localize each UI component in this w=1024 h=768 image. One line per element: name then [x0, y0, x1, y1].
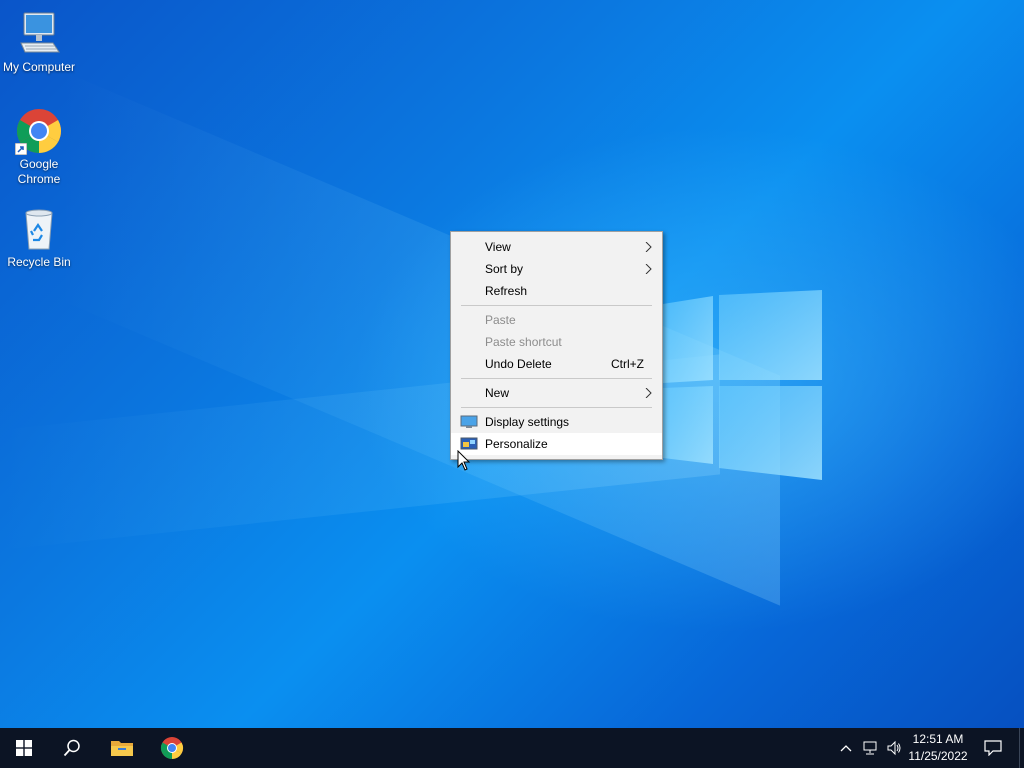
network-button[interactable]: [858, 728, 882, 768]
computer-icon: [15, 10, 63, 58]
wallpaper-windows-logo: [663, 290, 822, 480]
clock-time: 12:51 AM: [912, 732, 964, 746]
clock[interactable]: 12:51 AM 11/25/2022: [902, 731, 974, 765]
desktop-icon-label: Recycle Bin: [7, 255, 71, 269]
display-icon: [460, 415, 478, 428]
menu-separator: [461, 305, 652, 306]
desktop-icon-label: Google Chrome: [17, 157, 61, 186]
clock-date: 11/25/2022: [908, 749, 968, 763]
folder-icon: [111, 741, 133, 756]
windows-logo-icon: [16, 740, 32, 756]
menu-item-label: Display settings: [485, 415, 570, 429]
menu-item-label: Sort by: [485, 262, 524, 276]
network-icon: [863, 741, 877, 755]
recycle-bin-icon: [15, 205, 63, 253]
action-center-button[interactable]: [978, 728, 1008, 768]
file-explorer-button[interactable]: [98, 728, 146, 768]
menu-item-paste-shortcut: Paste shortcut: [451, 331, 662, 353]
start-button[interactable]: [0, 728, 48, 768]
show-hidden-icons-button[interactable]: [834, 728, 858, 768]
menu-item-paste: Paste: [451, 309, 662, 331]
menu-item-label: View: [485, 240, 511, 254]
desktop-icon-label: My Computer: [2, 60, 76, 74]
menu-item-label: Refresh: [485, 284, 528, 298]
menu-item-label: Paste: [485, 313, 516, 327]
desktop-icon-my-computer[interactable]: My Computer: [0, 10, 78, 75]
chrome-taskbar-button[interactable]: [148, 728, 196, 768]
show-desktop-button[interactable]: [1019, 728, 1024, 768]
mouse-cursor-icon: [457, 450, 471, 471]
chevron-right-icon: [645, 264, 652, 274]
menu-item-new[interactable]: New: [451, 382, 662, 404]
menu-separator: [461, 378, 652, 379]
personalize-icon: [460, 437, 478, 450]
taskbar: 12:51 AM 11/25/2022: [0, 728, 1024, 768]
menu-item-label: Paste shortcut: [485, 335, 562, 349]
menu-item-label: New: [485, 386, 510, 400]
menu-item-sort-by[interactable]: Sort by: [451, 258, 662, 280]
chevron-right-icon: [645, 388, 652, 398]
search-button[interactable]: [48, 728, 96, 768]
chevron-right-icon: [645, 242, 652, 252]
volume-icon: [887, 740, 901, 756]
desktop-context-menu: View Sort by Refresh Paste Paste shortcu…: [450, 231, 663, 460]
chrome-icon: [15, 107, 63, 155]
chrome-icon: [161, 737, 183, 759]
notification-icon: [984, 740, 1002, 756]
menu-item-personalize[interactable]: Personalize: [451, 433, 662, 455]
desktop[interactable]: My Computer Google Chrome Recycle Bin Vi…: [0, 0, 1024, 728]
menu-item-label: Personalize: [485, 437, 548, 451]
shortcut-arrow-icon: [15, 143, 27, 155]
chevron-up-icon: [840, 745, 852, 752]
menu-item-view[interactable]: View: [451, 236, 662, 258]
menu-separator: [461, 407, 652, 408]
menu-item-shortcut: Ctrl+Z: [611, 357, 644, 371]
desktop-icon-recycle-bin[interactable]: Recycle Bin: [0, 205, 78, 270]
menu-item-display-settings[interactable]: Display settings: [451, 411, 662, 433]
desktop-icon-google-chrome[interactable]: Google Chrome: [0, 107, 78, 187]
menu-item-label: Undo Delete: [485, 357, 552, 371]
search-icon: [63, 739, 80, 757]
menu-item-undo-delete[interactable]: Undo Delete Ctrl+Z: [451, 353, 662, 375]
menu-item-refresh[interactable]: Refresh: [451, 280, 662, 302]
